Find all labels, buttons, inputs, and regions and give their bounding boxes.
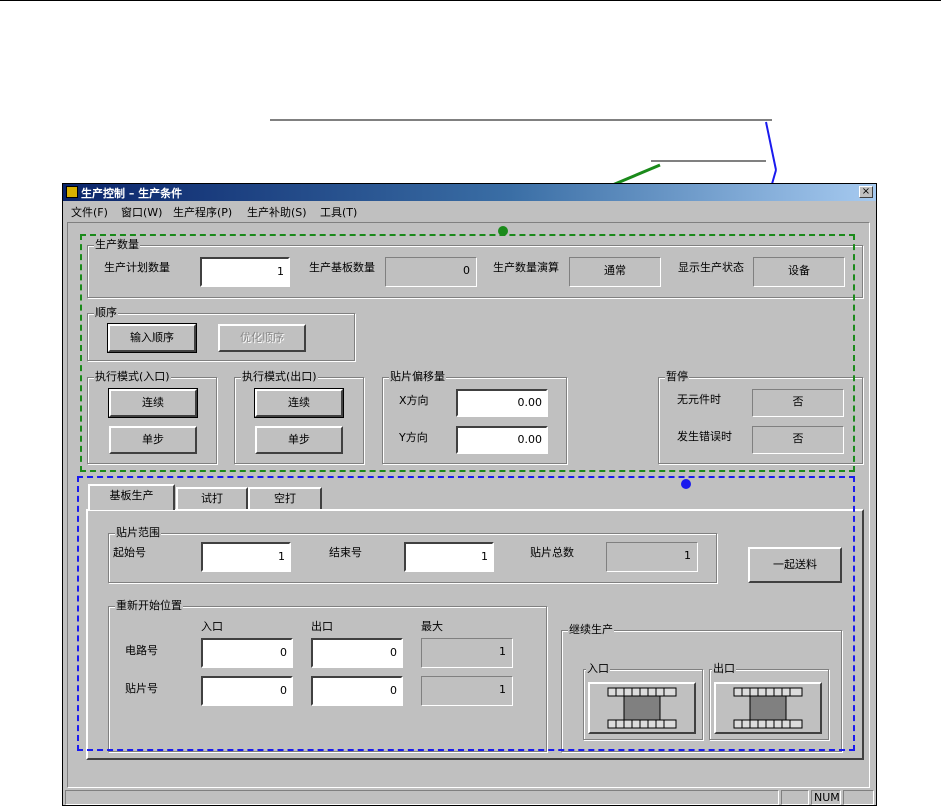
title-bar[interactable]: 生产控制 – 生产条件 × (63, 184, 876, 201)
blue-callout-line-a (765, 121, 777, 171)
green-annotation-box (80, 234, 855, 472)
status-num-indicator: NUM (811, 790, 841, 805)
menu-bar: 文件(F) 窗口(W) 生产程序(P) 生产补助(S) 工具(T) (63, 202, 876, 220)
blue-annotation-box (77, 476, 855, 751)
status-bar: NUM (63, 788, 876, 805)
menu-tools[interactable]: 工具(T) (320, 204, 357, 220)
status-panel-end (843, 790, 874, 805)
tab-board-production[interactable]: 基板生产 (88, 484, 175, 510)
status-panel-main (65, 790, 779, 805)
menu-file[interactable]: 文件(F) (71, 204, 108, 220)
app-icon (66, 186, 78, 198)
menu-production-program[interactable]: 生产程序(P) (173, 204, 232, 220)
menu-production-assist[interactable]: 生产补助(S) (247, 204, 307, 220)
window-title: 生产控制 – 生产条件 (81, 187, 183, 200)
menu-window[interactable]: 窗口(W) (121, 204, 162, 220)
close-button[interactable]: × (859, 186, 873, 198)
status-panel-blank (781, 790, 809, 805)
